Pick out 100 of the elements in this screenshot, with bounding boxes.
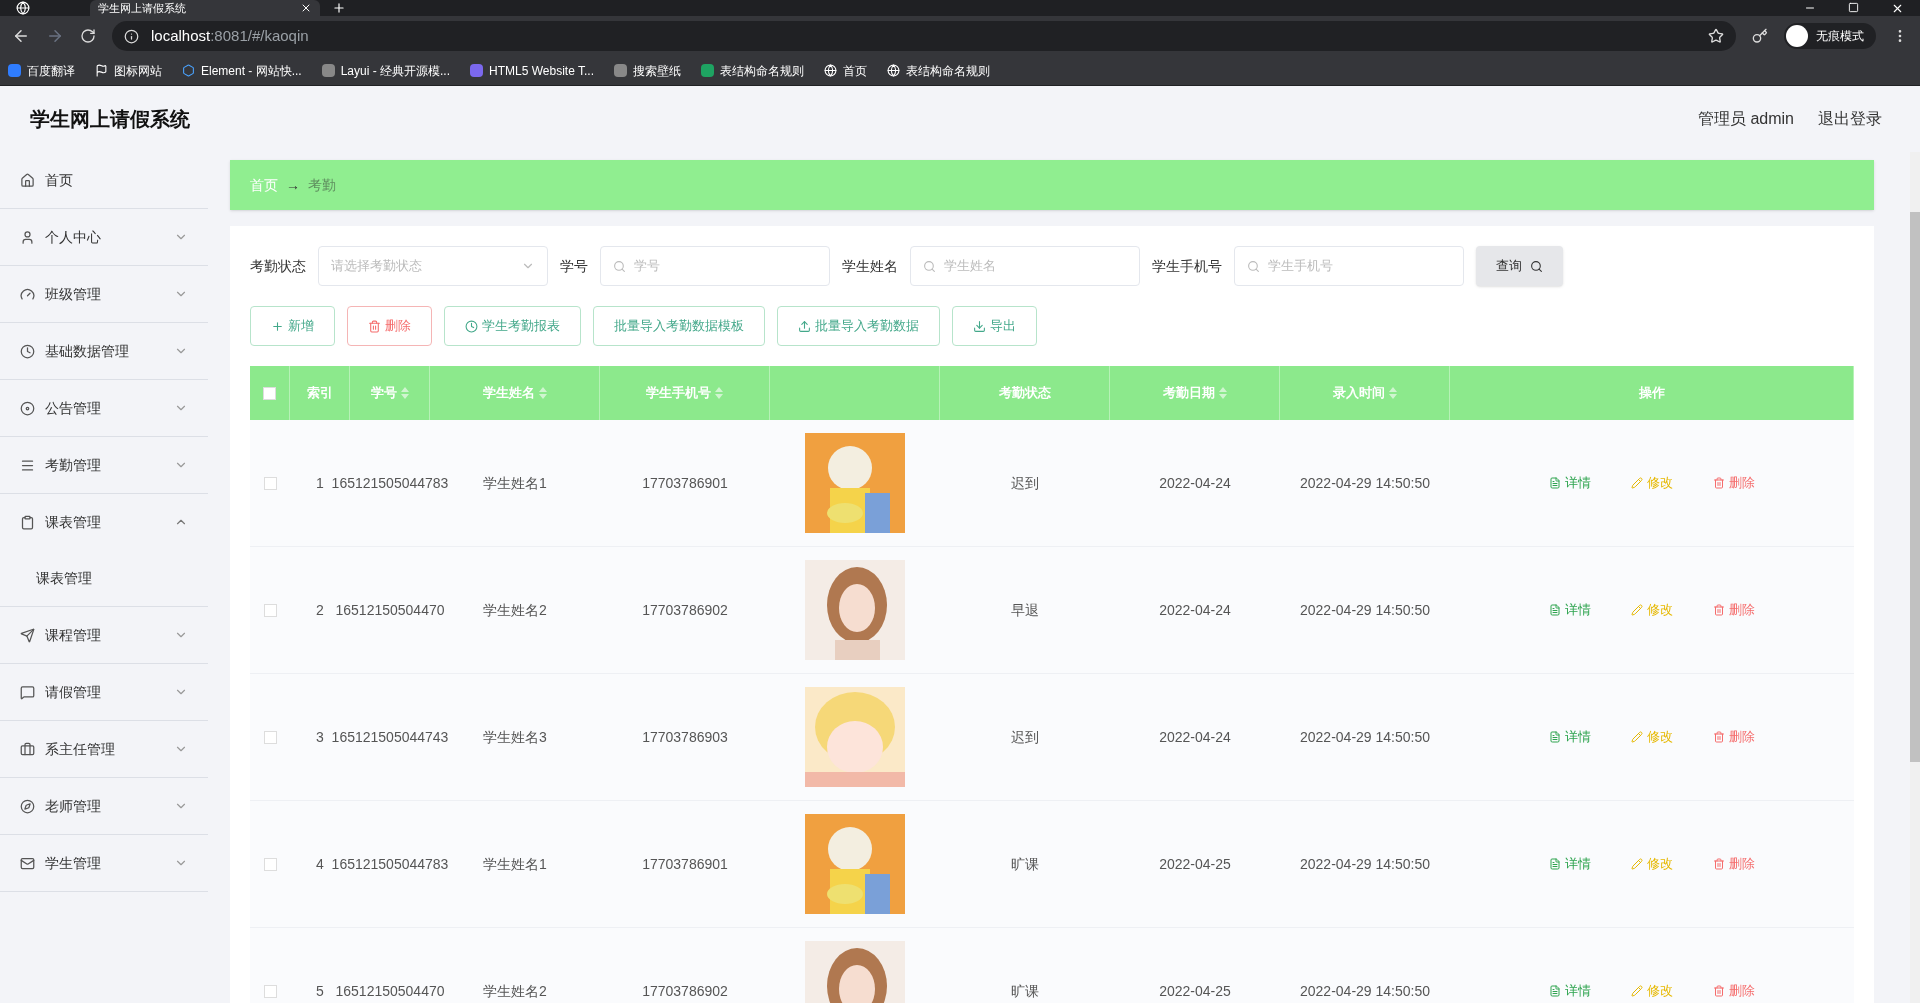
scrollbar[interactable]: [1910, 152, 1920, 1003]
bookmark-link[interactable]: 图标网站: [95, 61, 162, 80]
briefcase-icon: [20, 741, 35, 757]
sidebar-item[interactable]: 系主任管理: [0, 721, 208, 777]
table-cell-text: 学生姓名2: [483, 981, 547, 1001]
logout-link[interactable]: 退出登录: [1818, 107, 1882, 131]
table-cell-text: 2: [316, 600, 324, 620]
bookmark-link[interactable]: 表结构命名规则: [701, 61, 804, 80]
menu-icon: [20, 457, 35, 473]
filter-label: 学号: [560, 256, 588, 276]
table-cell-text: 16512150504470: [335, 981, 445, 1001]
browser-tab[interactable]: 学生网上请假系统: [90, 0, 320, 16]
table-cell-text: 165121505044743: [331, 727, 449, 747]
document-icon: [1549, 477, 1561, 489]
gauge-icon: [20, 286, 35, 302]
filter-label: 学生手机号: [1152, 256, 1222, 276]
bookmark-link[interactable]: 搜索壁纸: [614, 61, 681, 80]
globe-icon: [887, 64, 900, 77]
document-icon: [1549, 731, 1561, 743]
table-cell-text: 迟到: [1011, 727, 1039, 747]
sidebar-item[interactable]: 基础数据管理: [0, 323, 208, 379]
table-cell-text: 2022-04-25: [1159, 854, 1231, 874]
search-icon: [1530, 259, 1543, 273]
column-header: 录入时间: [1332, 384, 1385, 403]
table-cell-text: 2022-04-24: [1159, 727, 1231, 747]
bookmark-link[interactable]: HTML5 Website T...: [470, 61, 594, 80]
sidebar-subitem[interactable]: 课表管理: [0, 550, 208, 606]
key-icon[interactable]: [1752, 28, 1768, 44]
sidebar-item[interactable]: 课程管理: [0, 607, 208, 663]
table-cell-text: 学生姓名1: [483, 473, 547, 493]
search-icon: [923, 259, 936, 273]
bookmark-link[interactable]: Layui - 经典开源模...: [321, 61, 451, 80]
sidebar-item[interactable]: 学生管理: [0, 835, 208, 891]
bookmark-star-icon[interactable]: [1708, 28, 1724, 44]
table-cell-text: 学生姓名1: [483, 854, 547, 874]
table-cell-text: 旷课: [1011, 854, 1039, 874]
table-cell-text: 17703786902: [642, 600, 728, 620]
trash-icon: [1713, 477, 1725, 489]
column-header: 索引: [306, 384, 333, 403]
document-icon: [1549, 985, 1561, 997]
sidebar-item[interactable]: 首页: [0, 152, 208, 208]
sidebar-item[interactable]: 老师管理: [0, 778, 208, 834]
clock-icon: [20, 343, 35, 359]
filter-label: 考勤状态: [250, 256, 306, 276]
search-icon: [613, 259, 626, 273]
table-cell-text: 学生姓名3: [483, 727, 547, 747]
table-cell-text: 2022-04-29 14:50:50: [1300, 854, 1430, 874]
profile-button[interactable]: 无痕模式: [1784, 23, 1876, 49]
sidebar-item[interactable]: 课表管理: [0, 494, 208, 550]
bookmark-link[interactable]: 首页: [824, 61, 867, 80]
trash-icon: [1713, 604, 1725, 616]
table-cell-text: 165121505044783: [331, 854, 449, 874]
column-header: 考勤状态: [998, 384, 1051, 403]
back-icon[interactable]: [12, 27, 30, 45]
message-icon: [20, 684, 35, 700]
checkbox[interactable]: [263, 386, 276, 400]
pencil-icon: [1631, 477, 1643, 489]
sidebar-item[interactable]: 考勤管理: [0, 437, 208, 493]
checkbox[interactable]: [263, 984, 277, 998]
maximize-icon[interactable]: [1848, 1, 1859, 13]
checkbox[interactable]: [263, 730, 277, 744]
table-cell-text: 17703786901: [642, 854, 728, 874]
bookmark-link[interactable]: 百度翻译: [8, 61, 75, 80]
column-header: 学号: [370, 384, 397, 403]
checkbox[interactable]: [263, 857, 277, 871]
pencil-icon: [1631, 731, 1643, 743]
trash-icon: [1713, 858, 1725, 870]
query-button[interactable]: 查询: [1476, 246, 1563, 286]
checkbox[interactable]: [263, 476, 277, 490]
search-icon: [1247, 259, 1260, 273]
table-cell-text: 早退: [1011, 600, 1039, 620]
table-cell-text: 16512150504470: [335, 600, 445, 620]
checkbox[interactable]: [263, 603, 277, 617]
table-cell-text: 2022-04-25: [1159, 981, 1231, 1001]
compass-icon: [20, 798, 35, 814]
table-cell-text: 2022-04-24: [1159, 600, 1231, 620]
bookmark-link[interactable]: Element - 网站快...: [182, 61, 302, 80]
new-tab-icon[interactable]: [332, 1, 346, 15]
sidebar-item[interactable]: 公告管理: [0, 380, 208, 436]
home-icon: [20, 172, 35, 188]
flag-icon: [95, 64, 108, 77]
globe-icon: [824, 64, 837, 77]
forward-icon[interactable]: [46, 27, 64, 45]
pencil-icon: [1631, 858, 1643, 870]
table-cell-text: 17703786901: [642, 473, 728, 493]
trash-icon: [1713, 985, 1725, 997]
info-icon[interactable]: [124, 28, 139, 44]
table-cell-text: 迟到: [1011, 473, 1039, 493]
sidebar-item[interactable]: 请假管理: [0, 664, 208, 720]
table-cell-text: 165121505044783: [331, 473, 449, 493]
reload-icon[interactable]: [80, 28, 96, 44]
table-cell-text: 4: [316, 854, 324, 874]
sidebar-item[interactable]: 个人中心: [0, 209, 208, 265]
sidebar-item[interactable]: 班级管理: [0, 266, 208, 322]
table-cell-text: 2022-04-29 14:50:50: [1300, 600, 1430, 620]
table-cell-text: 2022-04-24: [1159, 473, 1231, 493]
address-bar[interactable]: localhost:8081/#/kaoqin: [112, 21, 1736, 51]
bookmark-link[interactable]: 表结构命名规则: [887, 61, 990, 80]
site-icon: [614, 64, 627, 77]
close-icon[interactable]: [300, 2, 312, 14]
